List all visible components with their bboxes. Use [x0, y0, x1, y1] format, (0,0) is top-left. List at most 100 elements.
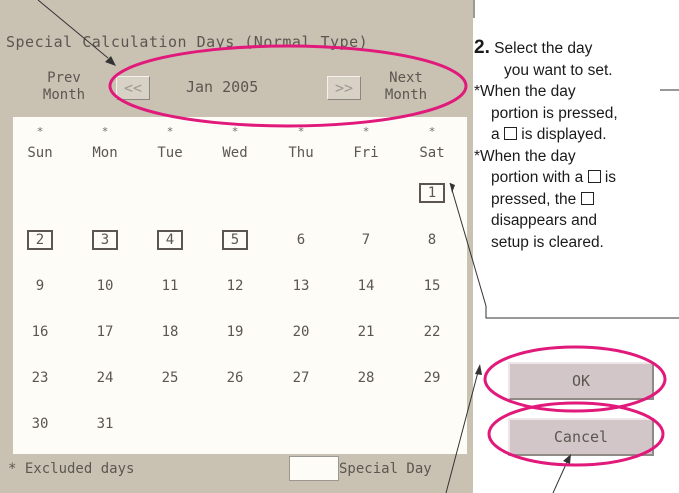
- legend-excluded: * Excluded days: [8, 461, 135, 477]
- day-number: 20: [292, 324, 310, 340]
- day-cell[interactable]: 1: [405, 183, 459, 203]
- weekday-header[interactable]: Sun: [13, 145, 67, 161]
- day-number: 29: [423, 370, 441, 386]
- excluded-marker: *: [362, 125, 370, 138]
- day-cell[interactable]: 14: [339, 276, 393, 296]
- day-cell[interactable]: 11: [143, 276, 197, 296]
- day-cell[interactable]: 13: [274, 276, 328, 296]
- day-number: 15: [423, 278, 441, 294]
- day-number: 26: [226, 370, 244, 386]
- day-cell[interactable]: 26: [208, 368, 262, 388]
- note1-line3a: a: [491, 126, 500, 143]
- instruction-note: 2. Select the day you want to set. *When…: [474, 37, 679, 253]
- weekday-header[interactable]: Fri: [339, 145, 393, 161]
- day-number: 1: [419, 183, 445, 203]
- weekday-header[interactable]: Mon: [78, 145, 132, 161]
- day-cell[interactable]: 28: [339, 368, 393, 388]
- day-cell[interactable]: 7: [339, 230, 393, 250]
- day-cell[interactable]: 2: [13, 230, 67, 250]
- next-month-label[interactable]: Next Month: [370, 70, 442, 104]
- note1-line3b: is displayed.: [521, 126, 607, 143]
- step-text-2: you want to set.: [504, 61, 613, 79]
- day-cell[interactable]: 16: [13, 322, 67, 342]
- excluded-marker: *: [231, 125, 239, 138]
- step-number: 2.: [474, 37, 490, 58]
- legend-special-swatch: [289, 456, 339, 481]
- day-number: 12: [226, 278, 244, 294]
- calendar-grid: * Sun * Mon * Tue * Wed * Thu * Fri * Sat 1 2 3 4 5 6 7 8 9 10 1…: [13, 117, 467, 454]
- prev-month-label[interactable]: Prev Month: [34, 70, 94, 104]
- day-cell[interactable]: 31: [78, 414, 132, 434]
- day-cell[interactable]: 17: [78, 322, 132, 342]
- legend-special: Special Day: [339, 461, 432, 477]
- day-number: 8: [427, 232, 437, 248]
- day-cell[interactable]: 9: [13, 276, 67, 296]
- day-cell[interactable]: 12: [208, 276, 262, 296]
- day-number: 21: [357, 324, 375, 340]
- note2-line4: disappears and: [491, 212, 597, 229]
- screen-title: Special Calculation Days (Normal Type): [6, 33, 369, 51]
- prev-month-text: Prev Month: [42, 70, 86, 103]
- day-number: 3: [92, 230, 118, 250]
- weekday-header[interactable]: Wed: [208, 145, 262, 161]
- day-number: 18: [161, 324, 179, 340]
- square-icon: [580, 191, 594, 205]
- day-cell[interactable]: 6: [274, 230, 328, 250]
- day-number: 7: [361, 232, 371, 248]
- day-cell[interactable]: 15: [405, 276, 459, 296]
- day-cell[interactable]: 20: [274, 322, 328, 342]
- day-number: 30: [31, 416, 49, 432]
- day-cell[interactable]: 24: [78, 368, 132, 388]
- day-number: 28: [357, 370, 375, 386]
- day-number: 2: [27, 230, 53, 250]
- note2-line2b: is: [604, 169, 617, 186]
- day-cell[interactable]: 23: [13, 368, 67, 388]
- note1-line2: portion is pressed,: [491, 104, 618, 122]
- day-number: 31: [96, 416, 114, 432]
- excluded-marker: *: [428, 125, 436, 138]
- day-cell[interactable]: 18: [143, 322, 197, 342]
- settings-panel: Special Calculation Days (Normal Type) P…: [0, 0, 507, 493]
- next-month-button[interactable]: >>: [327, 76, 361, 100]
- note1-line1: *When the day: [474, 83, 576, 100]
- day-number: 10: [96, 278, 114, 294]
- note2-line2a: portion with a: [491, 169, 584, 186]
- excluded-marker: *: [101, 125, 109, 138]
- day-number: 19: [226, 324, 244, 340]
- day-cell[interactable]: 27: [274, 368, 328, 388]
- next-month-text: Next Month: [384, 70, 428, 103]
- day-cell[interactable]: 25: [143, 368, 197, 388]
- step-text: Select the day: [494, 40, 593, 57]
- note2-line1: *When the day: [474, 147, 576, 165]
- day-cell[interactable]: 19: [208, 322, 262, 342]
- day-cell[interactable]: 21: [339, 322, 393, 342]
- square-icon: [503, 127, 517, 140]
- day-cell[interactable]: 30: [13, 414, 67, 434]
- excluded-marker: *: [36, 125, 44, 138]
- current-month: Jan 2005: [186, 78, 259, 96]
- excluded-marker: *: [166, 125, 174, 138]
- day-number: 24: [96, 370, 114, 386]
- prev-month-button[interactable]: <<: [116, 76, 150, 100]
- excluded-marker: *: [297, 125, 305, 138]
- day-number: 17: [96, 324, 114, 340]
- day-cell[interactable]: 4: [143, 230, 197, 250]
- day-number: 23: [31, 370, 49, 386]
- day-cell[interactable]: 5: [208, 230, 262, 250]
- day-number: 5: [222, 230, 248, 250]
- note2-line5: setup is cleared.: [491, 233, 604, 251]
- weekday-header[interactable]: Tue: [143, 145, 197, 161]
- day-cell[interactable]: 22: [405, 322, 459, 342]
- weekday-header[interactable]: Sat: [405, 145, 459, 161]
- day-number: 9: [35, 278, 45, 294]
- weekday-header[interactable]: Thu: [274, 145, 328, 161]
- day-cell[interactable]: 8: [405, 230, 459, 250]
- day-cell[interactable]: 10: [78, 276, 132, 296]
- day-number: 4: [157, 230, 183, 250]
- day-cell[interactable]: 29: [405, 368, 459, 388]
- day-number: 6: [296, 232, 306, 248]
- day-cell[interactable]: 3: [78, 230, 132, 250]
- day-number: 13: [292, 278, 310, 294]
- day-number: 16: [31, 324, 49, 340]
- square-icon: [587, 170, 601, 183]
